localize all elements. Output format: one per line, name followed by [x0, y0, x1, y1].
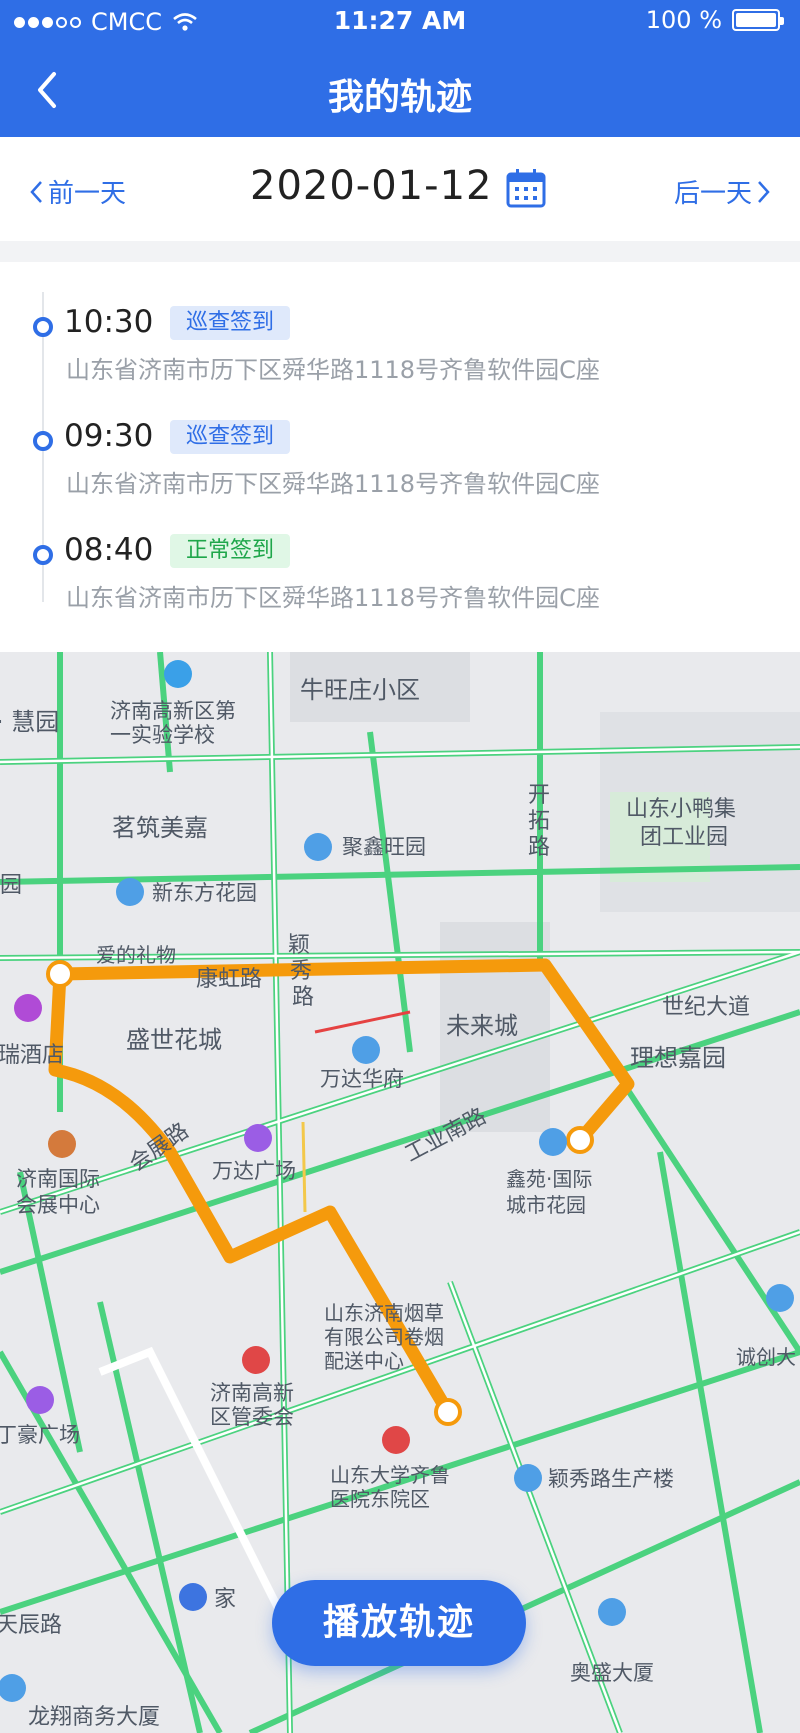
map-label: 有限公司卷烟 — [324, 1325, 444, 1349]
route-point — [566, 1126, 594, 1154]
map-label: 山东大学齐鲁 — [330, 1463, 450, 1487]
map-label: 颖秀路生产楼 — [548, 1467, 674, 1491]
map-label: 康虹路 — [196, 967, 262, 992]
map-label: 丁豪广场 — [0, 1423, 80, 1447]
map-label: 配送中心 — [324, 1349, 404, 1373]
map-label: 团工业园 — [640, 825, 728, 850]
map-canvas: 牛旺庄小区 · 慧园 济南高新区第 一实验学校 茗筑美嘉 聚鑫旺园 新东方花园 … — [0, 652, 800, 1733]
map-label: 奥盛大厦 — [570, 1661, 654, 1685]
map-label: 路 — [528, 835, 550, 860]
map-label: 拓 — [528, 809, 550, 834]
timeline-dot — [33, 431, 53, 451]
map-label: 山东小鸭集 — [626, 797, 736, 822]
map-label: 瑞酒店 — [0, 1043, 64, 1068]
map-label: 颖 — [288, 933, 310, 958]
record-address: 山东省济南市历下区舜华路1118号齐鲁软件园C座 — [66, 584, 600, 612]
calendar-icon[interactable] — [505, 167, 547, 209]
page-title: 我的轨迹 — [327, 77, 472, 118]
map-label: 茗筑美嘉 — [112, 814, 208, 842]
next-day-label: 后一天 — [673, 179, 752, 209]
map-label: 路 — [292, 985, 314, 1010]
chevron-left-icon — [30, 180, 42, 203]
map-label: 爱的礼物 — [96, 943, 176, 967]
map-label: 鑫苑·国际 — [506, 1167, 592, 1191]
map-label: 盛世花城 — [126, 1026, 222, 1054]
map-label: 未来城 — [446, 1012, 518, 1040]
map-label: 世纪大道 — [662, 995, 750, 1020]
header-bar: CMCC 11:27 AM 100 % 我的轨迹 — [0, 0, 800, 137]
timeline-dot — [33, 317, 53, 337]
map-label: 济南高新区第 — [110, 699, 236, 723]
track-map[interactable]: 牛旺庄小区 · 慧园 济南高新区第 一实验学校 茗筑美嘉 聚鑫旺园 新东方花园 … — [0, 652, 800, 1733]
status-badge: 正常签到 — [170, 534, 291, 568]
record-time: 09:30 — [64, 418, 154, 454]
status-badge: 巡查签到 — [170, 420, 291, 454]
route-point — [46, 960, 74, 988]
list-item: 10:30 巡查签到 山东省济南市历下区舜华路1118号齐鲁软件园C座 — [0, 262, 800, 384]
timeline-dot — [33, 545, 53, 565]
current-date: 2020-01-12 — [250, 163, 493, 209]
map-label: 天辰路 — [0, 1613, 62, 1638]
map-label: 牛旺庄小区 — [300, 676, 420, 704]
list-item: 08:40 正常签到 山东省济南市历下区舜华路1118号齐鲁软件园C座 — [0, 490, 800, 612]
route-point — [434, 1398, 462, 1426]
record-time: 10:30 — [64, 304, 154, 340]
map-label: 济南高新 — [210, 1381, 294, 1405]
map-label: 万达广场 — [212, 1159, 296, 1183]
map-label: 理想嘉园 — [630, 1044, 726, 1072]
map-label: 龙翔商务大厦 — [28, 1705, 160, 1730]
map-label: 聚鑫旺园 — [342, 835, 426, 859]
map-label: 医院东院区 — [330, 1487, 430, 1511]
map-label: 山东济南烟草 — [324, 1301, 444, 1325]
map-label: 会展中心 — [16, 1193, 100, 1217]
nav-bar: 我的轨迹 — [0, 52, 800, 132]
date-switcher: 前一天 2020-01-12 后一天 — [0, 137, 800, 241]
battery-label: 100 % — [645, 6, 722, 34]
list-item: 09:30 巡查签到 山东省济南市历下区舜华路1118号齐鲁软件园C座 — [0, 376, 800, 498]
battery-icon — [732, 9, 784, 31]
prev-day-label: 前一天 — [48, 179, 127, 209]
map-label: 园 — [0, 873, 22, 898]
map-label: · 慧园 — [0, 708, 59, 736]
map-label: 区管委会 — [210, 1405, 294, 1429]
chevron-right-icon — [758, 180, 770, 203]
map-label: 开 — [528, 783, 550, 808]
map-label: 城市花园 — [506, 1193, 586, 1217]
record-time: 08:40 — [64, 532, 154, 568]
map-label: 家 — [214, 1587, 236, 1612]
map-label: 秀 — [290, 959, 312, 984]
map-label: 万达华府 — [320, 1067, 404, 1091]
prev-day-button[interactable]: 前一天 — [28, 173, 126, 210]
next-day-button[interactable]: 后一天 — [674, 173, 772, 210]
status-badge: 巡查签到 — [170, 306, 291, 340]
play-track-button[interactable]: 播放轨迹 — [272, 1580, 526, 1666]
status-bar: CMCC 11:27 AM 100 % — [0, 0, 800, 40]
checkin-records: 10:30 巡查签到 山东省济南市历下区舜华路1118号齐鲁软件园C座 09:3… — [0, 262, 800, 652]
battery-info: 100 % — [645, 6, 784, 34]
map-label: 诚创大 — [736, 1345, 796, 1369]
map-label: 济南国际 — [16, 1167, 100, 1191]
map-label: 一实验学校 — [110, 723, 215, 747]
map-label: 新东方花园 — [152, 881, 257, 905]
